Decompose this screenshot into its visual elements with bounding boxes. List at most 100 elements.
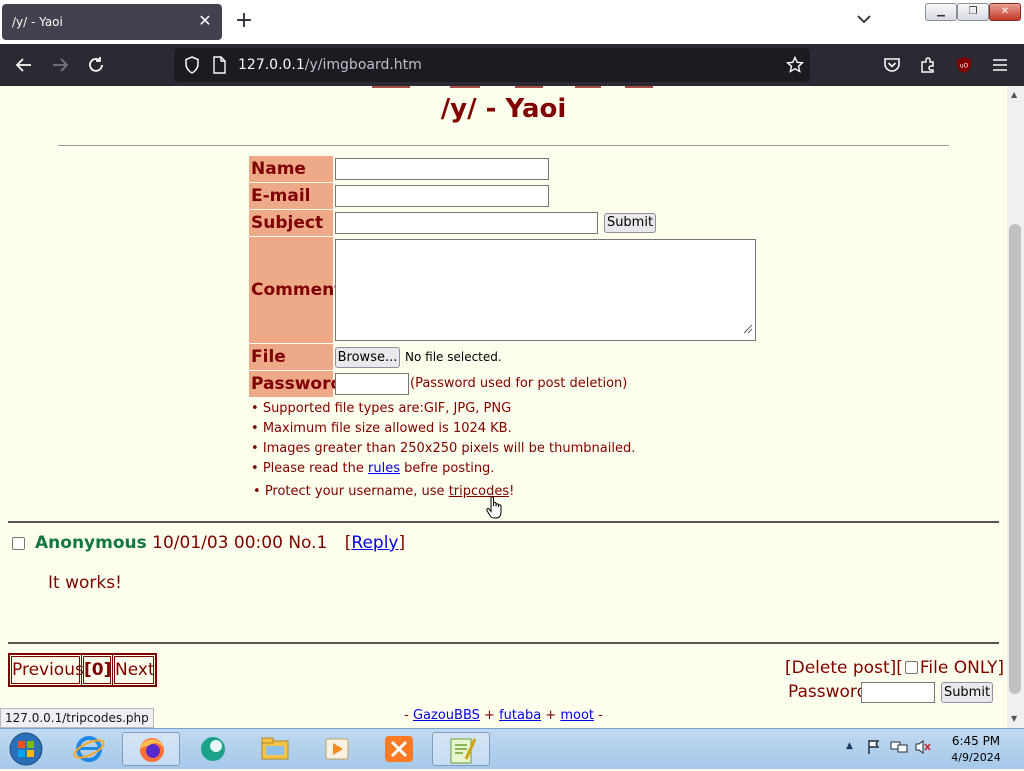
next-button[interactable]: Next (112, 654, 156, 686)
xampp-icon[interactable] (370, 732, 428, 766)
divider (8, 521, 999, 523)
extensions-icon[interactable] (914, 51, 942, 79)
url-text: 127.0.0.1/y/imgboard.htm (238, 57, 422, 73)
subject-label: Subject (249, 210, 333, 236)
email-label: E-mail (249, 183, 333, 209)
password-input[interactable] (335, 373, 409, 395)
file-explorer-icon[interactable] (246, 732, 304, 766)
delete-password-label: Password (788, 682, 868, 702)
divider (58, 145, 949, 146)
rule-text: Please read the (262, 461, 369, 476)
pocket-icon[interactable] (878, 51, 906, 79)
footer-text: + (479, 708, 500, 723)
clock-date[interactable]: 4/9/2024 (944, 751, 1008, 764)
reply-link[interactable]: Reply (351, 533, 398, 553)
volume-muted-icon[interactable] (914, 739, 932, 759)
back-arrow-icon[interactable] (10, 51, 38, 79)
delete-controls: [Delete post][ File ONLY] (785, 658, 1004, 678)
start-button[interactable] (6, 731, 46, 767)
password-label: Password (249, 371, 343, 397)
browse-button[interactable]: Browse... (335, 347, 400, 368)
firefox-icon[interactable] (122, 732, 180, 766)
media-player-icon[interactable] (308, 732, 366, 766)
new-tab-icon[interactable]: + (232, 10, 256, 34)
window-restore-icon[interactable]: ❐ (957, 3, 989, 21)
hand-cursor-icon (486, 496, 504, 524)
url-path: /y/imgboard.htm (304, 57, 422, 73)
nav-bar: 127.0.0.1/y/imgboard.htm uO (0, 44, 1024, 86)
page-icon (212, 56, 226, 78)
resize-handle-icon[interactable] (743, 319, 753, 338)
rules-link[interactable]: rules (368, 461, 400, 476)
notepad-plus-plus-icon[interactable] (432, 732, 490, 766)
delete-submit-button[interactable]: Submit (941, 682, 993, 703)
clock-time[interactable]: 6:45 PM (944, 734, 1008, 748)
forward-arrow-icon[interactable] (46, 51, 74, 79)
post-datetime: 10/01/03 00:00 (152, 533, 283, 553)
poster-name: Anonymous (35, 533, 147, 553)
tab-active[interactable]: /y/ - Yaoi ✕ (2, 4, 222, 40)
app-icon[interactable] (184, 732, 242, 766)
tray-expand-icon[interactable]: ▲ (846, 741, 853, 751)
current-page-number: 0 (91, 660, 104, 680)
post-header: Anonymous 10/01/03 00:00 No.1 [Reply] (35, 533, 405, 553)
file-label: File (249, 344, 333, 370)
tab-close-icon[interactable]: ✕ (196, 12, 214, 30)
url-host: 127.0.0.1 (238, 57, 305, 73)
password-hint: (Password used for post deletion) (410, 376, 628, 391)
board-banner-image (370, 86, 660, 90)
ublock-origin-icon[interactable]: uO (950, 51, 978, 79)
post-number[interactable]: No.1 (288, 533, 327, 553)
previous-button[interactable]: Previous (9, 654, 84, 686)
chevron-down-icon[interactable] (852, 12, 876, 32)
file-only-label: File ONLY] (919, 658, 1005, 678)
internet-explorer-icon[interactable] (60, 732, 118, 766)
email-input[interactable] (335, 185, 549, 207)
window-minimize-icon[interactable]: ▁ (925, 3, 957, 21)
name-input[interactable] (335, 158, 549, 180)
moot-link[interactable]: moot (560, 708, 594, 723)
scroll-down-icon[interactable]: ▼ (1011, 714, 1017, 723)
no-file-text: No file selected. (405, 350, 502, 364)
window-close-icon[interactable]: ✕ (989, 3, 1021, 21)
current-page: [0] (81, 654, 113, 686)
delete-password-input[interactable] (861, 682, 935, 703)
hamburger-menu-icon[interactable] (986, 51, 1014, 79)
file-only-checkbox[interactable] (904, 661, 918, 674)
taskbar: ▲ 6:45 PM 4/9/2024 (0, 728, 1024, 769)
rule-text: Images greater than 250x250 pixels will … (262, 441, 636, 456)
svg-text:uO: uO (960, 63, 969, 70)
name-label: Name (249, 156, 333, 182)
url-bar[interactable]: 127.0.0.1/y/imgboard.htm (174, 48, 810, 82)
rule-text: Maximum file size allowed is 1024 KB. (262, 421, 512, 436)
page-content: /y/ - Yaoi Name E-mail Subject Submit Co… (0, 86, 1007, 728)
action-center-flag-icon[interactable] (866, 739, 882, 759)
rule-item: • Protect your username, use tripcodes! (253, 484, 515, 499)
tab-bar: /y/ - Yaoi ✕ + ▁ ❐ ✕ (0, 0, 1024, 44)
footer-text: - (594, 708, 603, 723)
futaba-link[interactable]: futaba (499, 708, 541, 723)
rule-item: • Please read the rules befre posting. (251, 461, 495, 476)
post-delete-checkbox[interactable] (12, 537, 25, 550)
submit-button[interactable]: Submit (604, 213, 656, 233)
rule-item: • Maximum file size allowed is 1024 KB. (251, 421, 512, 436)
subject-input[interactable] (335, 212, 598, 234)
rule-text: Protect your username, use (264, 484, 449, 499)
post-comment: It works! (48, 573, 122, 593)
comment-textarea[interactable] (335, 239, 756, 341)
scrollbar-thumb[interactable] (1009, 224, 1021, 694)
delete-post-label: [Delete post][ (785, 658, 903, 678)
divider (8, 642, 999, 644)
gazoubbs-link[interactable]: GazouBBS (413, 708, 480, 723)
footer-text: - (404, 708, 413, 723)
link-status-bar: 127.0.0.1/tripcodes.php (0, 708, 154, 728)
tab-title: /y/ - Yaoi (12, 15, 63, 29)
rule-text: befre posting. (399, 461, 495, 476)
board-title: /y/ - Yaoi (440, 94, 567, 124)
reload-icon[interactable] (82, 51, 110, 79)
scroll-up-icon[interactable]: ▲ (1011, 90, 1017, 99)
shield-icon[interactable] (184, 56, 200, 78)
bookmark-star-icon[interactable] (785, 55, 805, 78)
rule-text: Supported file types are:GIF, JPG, PNG (262, 401, 512, 416)
network-icon[interactable] (890, 739, 908, 759)
